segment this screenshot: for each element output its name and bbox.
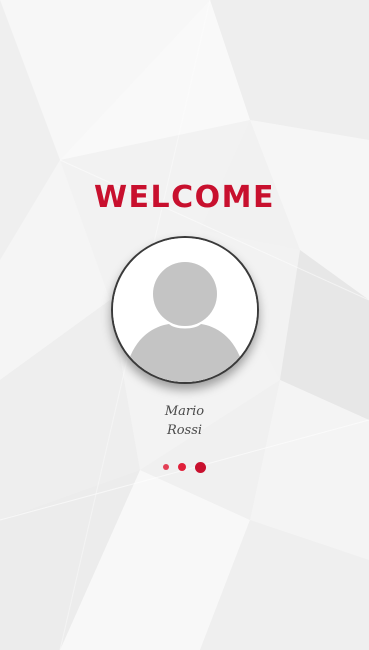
page-dot-2[interactable] — [178, 463, 186, 471]
user-name: Mario Rossi — [0, 402, 369, 440]
page-dot-3-active[interactable] — [195, 461, 206, 473]
last-name: Rossi — [166, 423, 203, 438]
page-indicator — [0, 460, 369, 474]
page-dot-1[interactable] — [163, 464, 169, 470]
welcome-title: WELCOME — [93, 180, 276, 215]
avatar[interactable] — [111, 236, 259, 384]
welcome-screen: WELCOME Mario Rossi — [0, 0, 369, 650]
first-name: Mario — [164, 404, 205, 419]
user-silhouette-icon — [113, 238, 257, 382]
